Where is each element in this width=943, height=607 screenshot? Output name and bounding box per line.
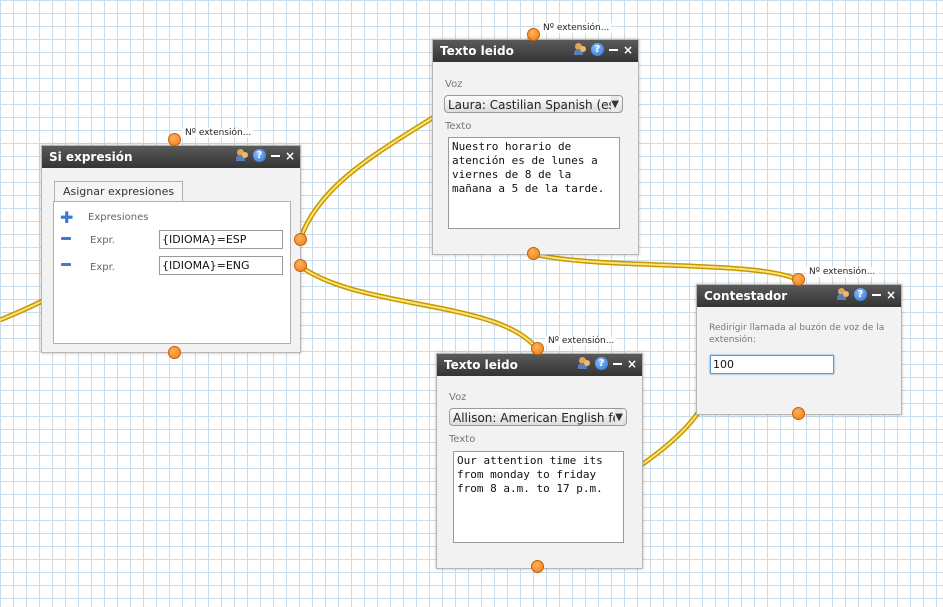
minimize-icon[interactable] [871, 293, 881, 296]
contestador-description: Redirigir llamada al buzón de voz de la … [709, 323, 885, 345]
minus-icon[interactable] [61, 263, 71, 266]
expr-input-2[interactable]: {IDIOMA}=ENG [159, 256, 283, 275]
dropdown-arrow-icon: ▼ [615, 409, 623, 425]
close-icon[interactable]: × [285, 150, 295, 162]
expr-label: Expr. [90, 235, 115, 246]
minimize-icon[interactable] [608, 48, 618, 51]
si-expresion-titlebar[interactable]: Si expresión ? × [42, 146, 300, 168]
minimize-icon[interactable] [612, 362, 622, 365]
window-title: Texto leido [444, 358, 518, 372]
help-icon[interactable]: ? [590, 43, 604, 56]
window-title: Texto leido [440, 44, 514, 58]
output-port[interactable] [527, 247, 540, 260]
wire-2 [298, 263, 539, 351]
port-label: Nº extensión... [806, 267, 879, 277]
dropdown-arrow-icon: ▼ [611, 96, 619, 112]
texto-textarea[interactable]: Nuestro horario de atención es de lunes … [448, 137, 620, 229]
expr-input-1[interactable]: {IDIOMA}=ESP [159, 230, 283, 249]
texto-leido-window-1[interactable]: Texto leido ? × Voz Laura: Castilian Spa… [432, 39, 639, 255]
port-label: Nº extensión... [545, 336, 618, 346]
expr-label: Expr. [90, 262, 115, 273]
output-port-esp[interactable] [294, 233, 307, 246]
close-icon[interactable]: × [623, 44, 633, 56]
expresiones-header: Expresiones [88, 212, 149, 223]
users-icon[interactable] [573, 43, 587, 56]
output-port[interactable] [792, 407, 805, 420]
contestador-window[interactable]: Contestador ? × Redirigir llamada al buz… [696, 284, 902, 415]
minus-icon[interactable] [61, 237, 71, 240]
si-expresion-window[interactable]: Si expresión ? × Asignar expresiones ✚ E… [41, 145, 301, 353]
texto-leido-window-2[interactable]: Texto leido ? × Voz Allison: American En… [436, 353, 643, 569]
users-icon[interactable] [235, 149, 249, 162]
texto-label: Texto [449, 434, 476, 445]
help-icon[interactable]: ? [594, 357, 608, 370]
contestador-titlebar[interactable]: Contestador ? × [697, 285, 901, 307]
texto-label: Texto [445, 121, 472, 132]
plus-icon[interactable]: ✚ [60, 210, 73, 226]
input-port[interactable] [792, 273, 805, 286]
users-icon[interactable] [836, 288, 850, 301]
texto-leido-titlebar[interactable]: Texto leido ? × [437, 354, 642, 376]
voz-select-value: Allison: American English fe [453, 411, 620, 425]
port-label: Nº extensión... [182, 128, 255, 138]
port-label: Nº extensión... [540, 23, 613, 33]
wire-highlight-2 [299, 265, 538, 350]
voz-select[interactable]: Allison: American English fe ▼ [449, 408, 627, 426]
voz-select[interactable]: Laura: Castilian Spanish (es ▼ [444, 95, 623, 113]
output-port[interactable] [168, 346, 181, 359]
extension-input[interactable]: 100 [710, 355, 834, 374]
minimize-icon[interactable] [270, 154, 280, 157]
close-icon[interactable]: × [886, 289, 896, 301]
tab-asignar-expresiones[interactable]: Asignar expresiones [54, 181, 184, 201]
help-icon[interactable]: ? [853, 288, 867, 301]
input-port[interactable] [531, 342, 544, 355]
input-port[interactable] [168, 133, 181, 146]
input-port[interactable] [527, 28, 540, 41]
voz-label: Voz [449, 392, 467, 403]
voz-select-value: Laura: Castilian Spanish (es [448, 98, 615, 112]
window-title: Contestador [704, 289, 788, 303]
help-icon[interactable]: ? [252, 149, 266, 162]
voz-label: Voz [445, 79, 463, 90]
window-title: Si expresión [49, 150, 133, 164]
close-icon[interactable]: × [627, 358, 637, 370]
users-icon[interactable] [577, 357, 591, 370]
output-port[interactable] [531, 560, 544, 573]
texto-leido-titlebar[interactable]: Texto leido ? × [433, 40, 638, 62]
texto-textarea[interactable]: Our attention time its from monday to fr… [453, 451, 624, 543]
output-port-eng[interactable] [294, 259, 307, 272]
wire-3 [532, 251, 800, 283]
